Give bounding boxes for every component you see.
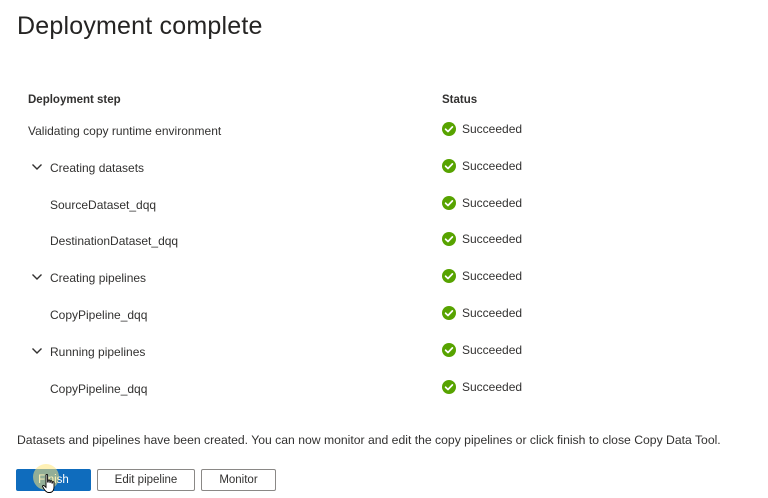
finish-button[interactable]: Finish	[16, 469, 91, 491]
step-status: Succeeded	[442, 342, 523, 357]
step-status: Succeeded	[442, 379, 523, 394]
status-label: Succeeded	[462, 379, 523, 394]
step-name: Creating pipelines	[50, 271, 147, 286]
chevron-down-icon[interactable]	[31, 271, 43, 283]
check-circle-icon	[442, 232, 456, 247]
check-circle-icon	[442, 269, 456, 284]
deployment-steps-table: Deployment step Status Validating copy r…	[28, 88, 588, 406]
page-title: Deployment complete	[17, 12, 263, 40]
step-name: Creating datasets	[50, 160, 145, 175]
table-body: Validating copy runtime environment Succe…	[28, 112, 588, 406]
deployment-complete-page: Deployment complete Deployment step Stat…	[0, 0, 768, 498]
status-label: Succeeded	[462, 269, 523, 284]
step-name: SourceDataset_dqq	[50, 197, 157, 212]
status-label: Succeeded	[462, 122, 523, 136]
edit-pipeline-button[interactable]: Edit pipeline	[97, 469, 195, 491]
chevron-down-icon[interactable]	[31, 345, 43, 357]
monitor-button[interactable]: Monitor	[201, 469, 276, 491]
table-row: DestinationDataset_dqq Succeeded	[28, 222, 588, 259]
step-name: CopyPipeline_dqq	[50, 381, 148, 396]
table-row: CopyPipeline_dqq Succeeded	[28, 370, 588, 407]
step-status: Succeeded	[442, 269, 523, 284]
check-circle-icon	[442, 158, 456, 173]
step-name: DestinationDataset_dqq	[50, 234, 179, 249]
status-label: Succeeded	[462, 342, 523, 357]
status-label: Succeeded	[462, 232, 523, 247]
step-name: CopyPipeline_dqq	[50, 307, 148, 322]
table-row: Creating datasets Succeeded	[28, 149, 588, 186]
table-row: Creating pipelines Succeeded	[28, 259, 588, 296]
step-status: Succeeded	[442, 305, 523, 320]
column-header-status: Status	[442, 94, 478, 106]
completion-message: Datasets and pipelines have been created…	[17, 433, 721, 447]
table-header: Deployment step Status	[28, 88, 588, 112]
status-label: Succeeded	[462, 305, 523, 320]
check-circle-icon	[442, 379, 456, 394]
check-circle-icon	[442, 195, 456, 210]
step-status: Succeeded	[442, 195, 523, 210]
step-status: Succeeded	[442, 122, 522, 136]
step-status: Succeeded	[442, 158, 523, 173]
check-circle-icon	[442, 122, 456, 136]
table-row: Running pipelines Succeeded	[28, 333, 588, 370]
step-name: Validating copy runtime environment	[28, 124, 222, 138]
status-label: Succeeded	[462, 158, 523, 173]
table-row: Validating copy runtime environment Succe…	[28, 112, 588, 149]
check-circle-icon	[442, 305, 456, 320]
step-status: Succeeded	[442, 232, 523, 247]
table-row: SourceDataset_dqq Succeeded	[28, 186, 588, 223]
check-circle-icon	[442, 342, 456, 357]
chevron-down-icon[interactable]	[31, 161, 43, 173]
table-row: CopyPipeline_dqq Succeeded	[28, 296, 588, 333]
column-header-step: Deployment step	[28, 94, 121, 106]
status-label: Succeeded	[462, 195, 523, 210]
step-name: Running pipelines	[50, 344, 146, 359]
